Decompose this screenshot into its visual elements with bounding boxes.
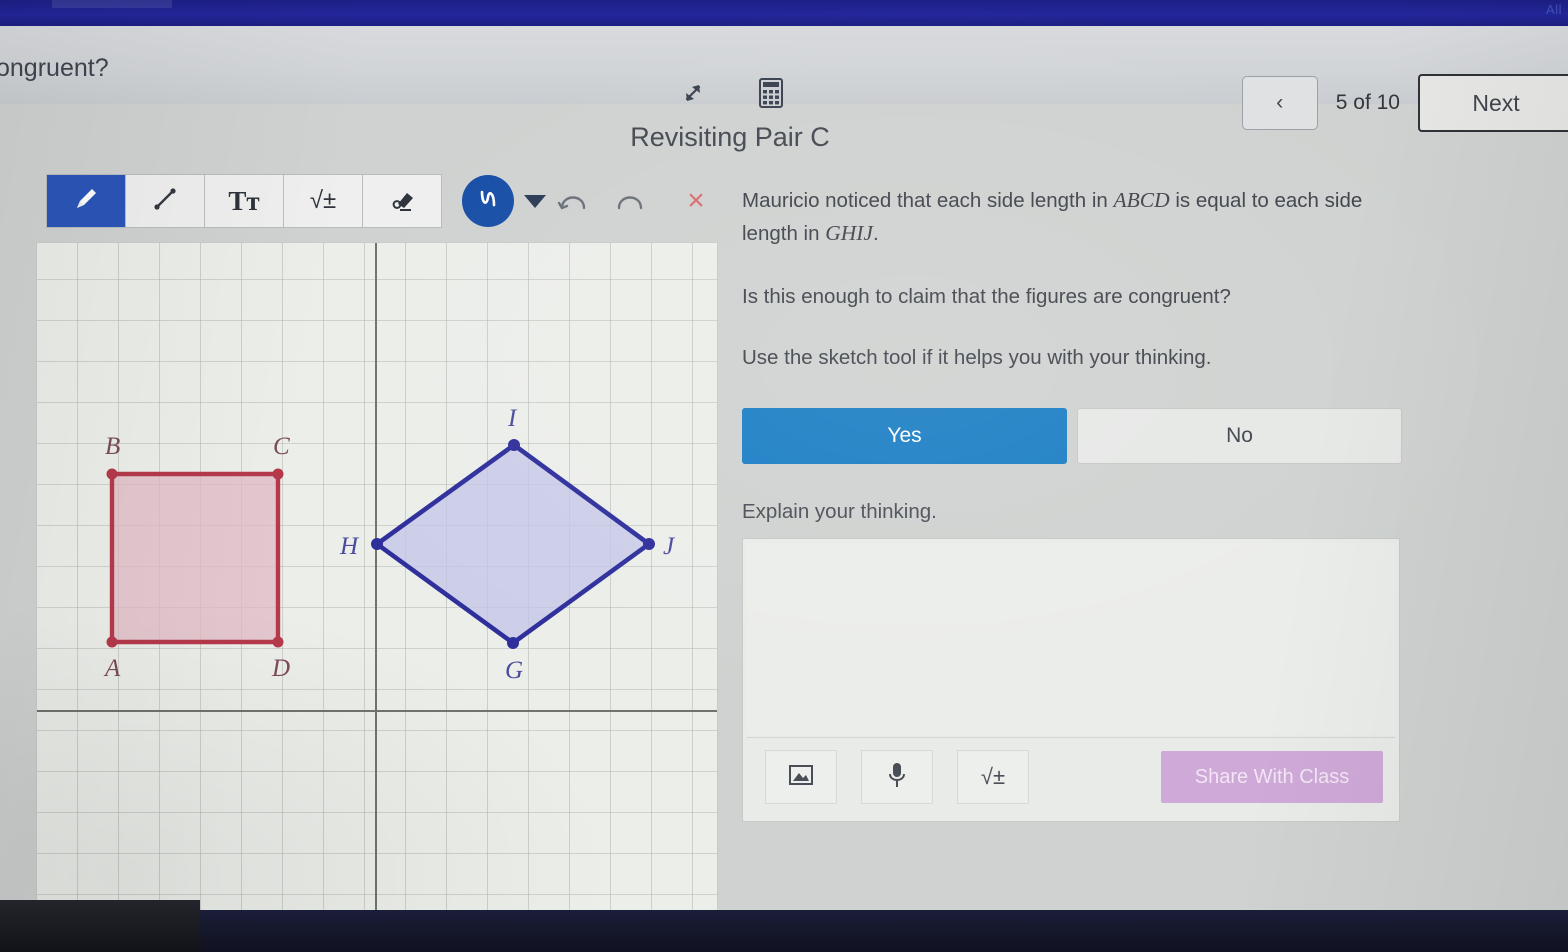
clear-sketch-button[interactable]: ×	[672, 179, 720, 223]
answer-toolbar: √± Share With Class	[765, 747, 1383, 807]
question-prompt: Is this enough to claim that the figures…	[742, 284, 1231, 308]
math-radical-icon: √±	[980, 764, 1006, 790]
vertex-c[interactable]	[272, 468, 284, 480]
vertex-label-a: A	[103, 655, 121, 682]
answer-divider	[747, 737, 1395, 739]
pencil-tool-button[interactable]	[47, 175, 126, 227]
question-text-a: Mauricio noticed that each side length i…	[742, 189, 1114, 212]
vertex-g[interactable]	[507, 637, 519, 649]
pagination-controls: ‹ 5 of 10 Next	[1241, 74, 1568, 132]
answer-container: √± Share With Class	[742, 538, 1400, 823]
math-radical-icon: √±	[309, 187, 337, 214]
activity-title-truncated: ongruent?	[0, 54, 109, 82]
redo-icon	[612, 186, 648, 217]
next-screen-button[interactable]: Next	[1418, 74, 1568, 132]
header-tool-group	[676, 76, 788, 110]
microphone-icon	[886, 761, 908, 794]
stroke-style-button[interactable]	[462, 175, 514, 227]
question-text-c: .	[872, 222, 879, 246]
topbar-right-label: All	[1546, 2, 1562, 17]
vertex-h[interactable]	[371, 538, 383, 550]
sketch-hint: Use the sketch tool if it helps you with…	[742, 346, 1212, 370]
calculator-icon[interactable]	[754, 76, 788, 110]
insert-image-button[interactable]	[765, 750, 837, 805]
vertex-label-h: H	[339, 533, 360, 560]
vertex-i[interactable]	[508, 439, 520, 451]
line-segment-icon	[150, 184, 180, 219]
vertex-b[interactable]	[106, 468, 118, 480]
answer-input[interactable]	[747, 543, 1395, 736]
question-statement: Mauricio noticed that each side length i…	[742, 184, 1402, 251]
topbar-tab-highlight	[52, 0, 172, 8]
choice-group: Yes No	[742, 408, 1402, 465]
undo-button[interactable]	[546, 179, 602, 223]
undo-icon	[556, 186, 592, 217]
image-icon	[788, 763, 814, 792]
sketch-toolbar: Tт √± ×	[46, 174, 720, 228]
choice-no[interactable]: No	[1077, 408, 1402, 465]
graph-svg: B C A D I J G H	[37, 243, 717, 911]
redo-button[interactable]	[602, 179, 658, 223]
vertex-label-c: C	[273, 433, 290, 460]
sketch-tool-group: Tт √±	[46, 174, 442, 228]
previous-screen-button[interactable]: ‹	[1241, 76, 1318, 130]
choice-yes[interactable]: Yes	[742, 408, 1067, 465]
eraser-tool-button[interactable]	[363, 175, 441, 227]
activity-header: ongruent? ‹ 5 of 10 Next	[0, 26, 1568, 132]
expand-arrows-icon[interactable]	[676, 76, 710, 110]
monitor-bezel-left	[0, 900, 200, 952]
text-tool-icon: Tт	[228, 185, 260, 216]
browser-topbar: All	[0, 0, 1568, 26]
screen-progress-label: 5 of 10	[1335, 91, 1400, 114]
pencil-icon	[71, 184, 101, 219]
figure-name-ghij: GHIJ	[825, 221, 873, 246]
text-tool-button[interactable]: Tт	[205, 175, 284, 227]
share-with-class-button[interactable]: Share With Class	[1161, 751, 1383, 804]
vertex-a[interactable]	[106, 636, 118, 648]
line-tool-button[interactable]	[126, 175, 205, 227]
insert-math-button[interactable]: √±	[957, 750, 1029, 805]
explain-label: Explain your thinking.	[742, 500, 937, 524]
monitor-bezel	[0, 910, 1568, 952]
vertex-label-d: D	[271, 655, 290, 682]
vertex-label-g: G	[505, 657, 523, 684]
stroke-style-icon	[473, 184, 503, 219]
vertex-label-b: B	[105, 433, 120, 460]
eraser-icon	[386, 184, 418, 219]
figure-name-abcd: ABCD	[1113, 188, 1170, 212]
vertex-d[interactable]	[272, 636, 284, 648]
vertex-j[interactable]	[643, 538, 655, 550]
coordinate-grid-canvas[interactable]: B C A D I J G H	[36, 242, 718, 912]
vertex-label-j: J	[663, 533, 676, 560]
record-audio-button[interactable]	[861, 750, 933, 805]
math-tool-button[interactable]: √±	[284, 175, 363, 227]
screen-surface: All ongruent? ‹ 5 of 10 Next Revisiting …	[0, 0, 1568, 952]
question-panel: Mauricio noticed that each side length i…	[742, 184, 1402, 823]
chevron-down-icon[interactable]	[524, 194, 546, 208]
